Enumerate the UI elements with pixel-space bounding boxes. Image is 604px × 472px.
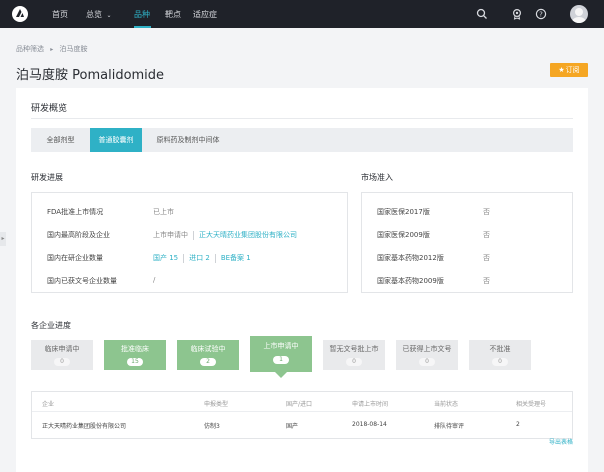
breadcrumb: 品种筛选 ▸ 泊马度胺 [16, 44, 87, 54]
separator [183, 253, 185, 263]
table-header: 申请上市时间 [352, 401, 389, 408]
stage-count: 0 [492, 358, 508, 366]
stage-count: 0 [54, 358, 70, 366]
table-divider [32, 411, 572, 412]
row-label: 国家基本药物2012版 [377, 254, 444, 262]
stage-market-application[interactable]: 上市申请中 1 [250, 336, 312, 378]
table-cell: 国产 [286, 423, 299, 430]
dosage-tabs: 全部剂型 普通胶囊剂 原料药及制剂中间体 [31, 128, 573, 152]
stage-name: 批准临床 [121, 345, 149, 353]
row-value: 否 [483, 277, 490, 285]
logo-icon[interactable] [12, 6, 28, 22]
export-table-link[interactable]: 导出表格 [549, 437, 573, 446]
star-icon: ★ [558, 66, 565, 74]
nav-targets[interactable]: 靶点 [165, 9, 181, 20]
row-value: / [153, 276, 156, 284]
separator [214, 253, 216, 263]
row-value: 否 [483, 231, 490, 239]
chevron-right-icon: ▸ [1, 235, 5, 242]
tab-capsule[interactable]: 普通胶囊剂 [90, 128, 142, 152]
market-title: 市场准入 [361, 173, 393, 182]
nav-overview[interactable]: 总览 ⌄ [86, 9, 112, 20]
row-label: 国内在研企业数量 [47, 254, 103, 262]
row-value: 否 [483, 208, 490, 216]
card-title: 研发概览 [31, 104, 68, 114]
stage-name: 上市申请中 [263, 342, 299, 350]
chevron-down-icon: ⌄ [106, 12, 112, 19]
be-count-link[interactable]: BE备案 1 [221, 254, 251, 262]
stage-clinical-trial[interactable]: 临床试验中 2 [177, 340, 239, 370]
table-header: 申报类型 [204, 401, 229, 408]
svg-text:?: ? [539, 10, 543, 18]
nav-home[interactable]: 首页 [52, 9, 68, 20]
table-header: 企业 [42, 401, 55, 408]
breadcrumb-item-filter[interactable]: 品种筛选 [16, 45, 44, 53]
table-header: 相关受理号 [516, 401, 547, 408]
row-label: 国内最高阶段及企业 [47, 231, 110, 239]
market-box: 国家医保2017版 否 国家医保2009版 否 国家基本药物2012版 否 国家… [361, 192, 573, 293]
stage-clinical-application[interactable]: 临床申请中 0 [31, 340, 93, 370]
stage-count: 0 [346, 358, 362, 366]
companies-title: 各企业进度 [31, 321, 71, 330]
stage-count: 15 [127, 358, 143, 366]
nav-overview-label: 总览 [86, 10, 102, 19]
stage-rejected[interactable]: 不批准 0 [469, 340, 531, 370]
highest-stage: 上市申请中 [153, 231, 188, 239]
stage-name: 暂无文号批上市 [329, 345, 379, 353]
chevron-right-icon: ▸ [50, 46, 54, 53]
row-label: 国家医保2017版 [377, 208, 430, 216]
table-cell-company[interactable]: 正大天晴药业集团股份有限公司 [42, 421, 126, 430]
table-cell-acceptance-count[interactable]: 2 [516, 421, 520, 428]
stage-name: 已获得上市文号 [402, 345, 452, 353]
row-value: 否 [483, 254, 490, 262]
tab-api-intermediate[interactable]: 原料药及制剂中间体 [142, 128, 234, 152]
top-nav-bar: 首页 总览 ⌄ 品种 靶点 适应症 ? [0, 0, 604, 28]
search-icon[interactable] [476, 8, 488, 20]
row-label: FDA批准上市情况 [47, 208, 104, 216]
progress-box: FDA批准上市情况 已上市 国内最高阶段及企业 上市申请中 正大天晴药业集团股份有… [31, 192, 348, 293]
nav-indications[interactable]: 适应症 [193, 9, 217, 20]
award-icon[interactable] [511, 8, 523, 20]
stage-count: 2 [200, 358, 216, 366]
import-count-link[interactable]: 进口 2 [189, 254, 210, 262]
progress-title: 研发进展 [31, 173, 63, 182]
table-cell: 2018-08-14 [352, 421, 387, 428]
table-cell: 仿制3 [204, 423, 220, 430]
companies-table: 企业 申报类型 国产/进口 申请上市时间 当前状态 相关受理号 正大天晴药业集团… [31, 391, 573, 439]
separator [193, 230, 194, 240]
stage-count: 0 [419, 358, 435, 366]
row-value: 上市申请中 正大天晴药业集团股份有限公司 [153, 230, 297, 240]
row-label: 国内已获文号企业数量 [47, 277, 117, 285]
nav-varieties[interactable]: 品种 [134, 9, 150, 20]
help-icon[interactable]: ? [535, 8, 547, 20]
breadcrumb-item-current: 泊马度胺 [59, 45, 88, 53]
tab-all-forms[interactable]: 全部剂型 [31, 128, 90, 152]
subscribe-label: 订阅 [565, 66, 580, 74]
table-header: 国产/进口 [286, 401, 313, 408]
row-value: 国产 15 进口 2 BE备案 1 [153, 253, 251, 263]
nav-active-indicator [134, 26, 151, 28]
stage-approved-no-number[interactable]: 暂无文号批上市 0 [323, 340, 385, 370]
divider [31, 118, 573, 119]
table-header: 当前状态 [434, 401, 459, 408]
stage-market-number[interactable]: 已获得上市文号 0 [396, 340, 458, 370]
avatar[interactable] [570, 5, 588, 23]
stage-name: 临床试验中 [190, 345, 226, 353]
sidebar-toggle[interactable]: ▸ [0, 232, 6, 246]
subscribe-button[interactable]: ★订阅 [550, 63, 588, 77]
row-label: 国家基本药物2009版 [377, 277, 444, 285]
stage-name: 临床申请中 [44, 345, 80, 353]
stage-name: 不批准 [489, 345, 511, 353]
row-label: 国家医保2009版 [377, 231, 430, 239]
stage-clinical-approved[interactable]: 批准临床 15 [104, 340, 166, 370]
stage-count: 1 [273, 356, 289, 364]
domestic-count-link[interactable]: 国产 15 [153, 254, 178, 262]
table-cell: 排队待审评 [434, 423, 465, 430]
overview-card: 研发概览 全部剂型 普通胶囊剂 原料药及制剂中间体 研发进展 FDA批准上市情况… [16, 88, 588, 472]
page-title: 泊马度胺 Pomalidomide [16, 68, 165, 83]
company-link[interactable]: 正大天晴药业集团股份有限公司 [199, 231, 297, 239]
row-value: 已上市 [153, 208, 174, 216]
